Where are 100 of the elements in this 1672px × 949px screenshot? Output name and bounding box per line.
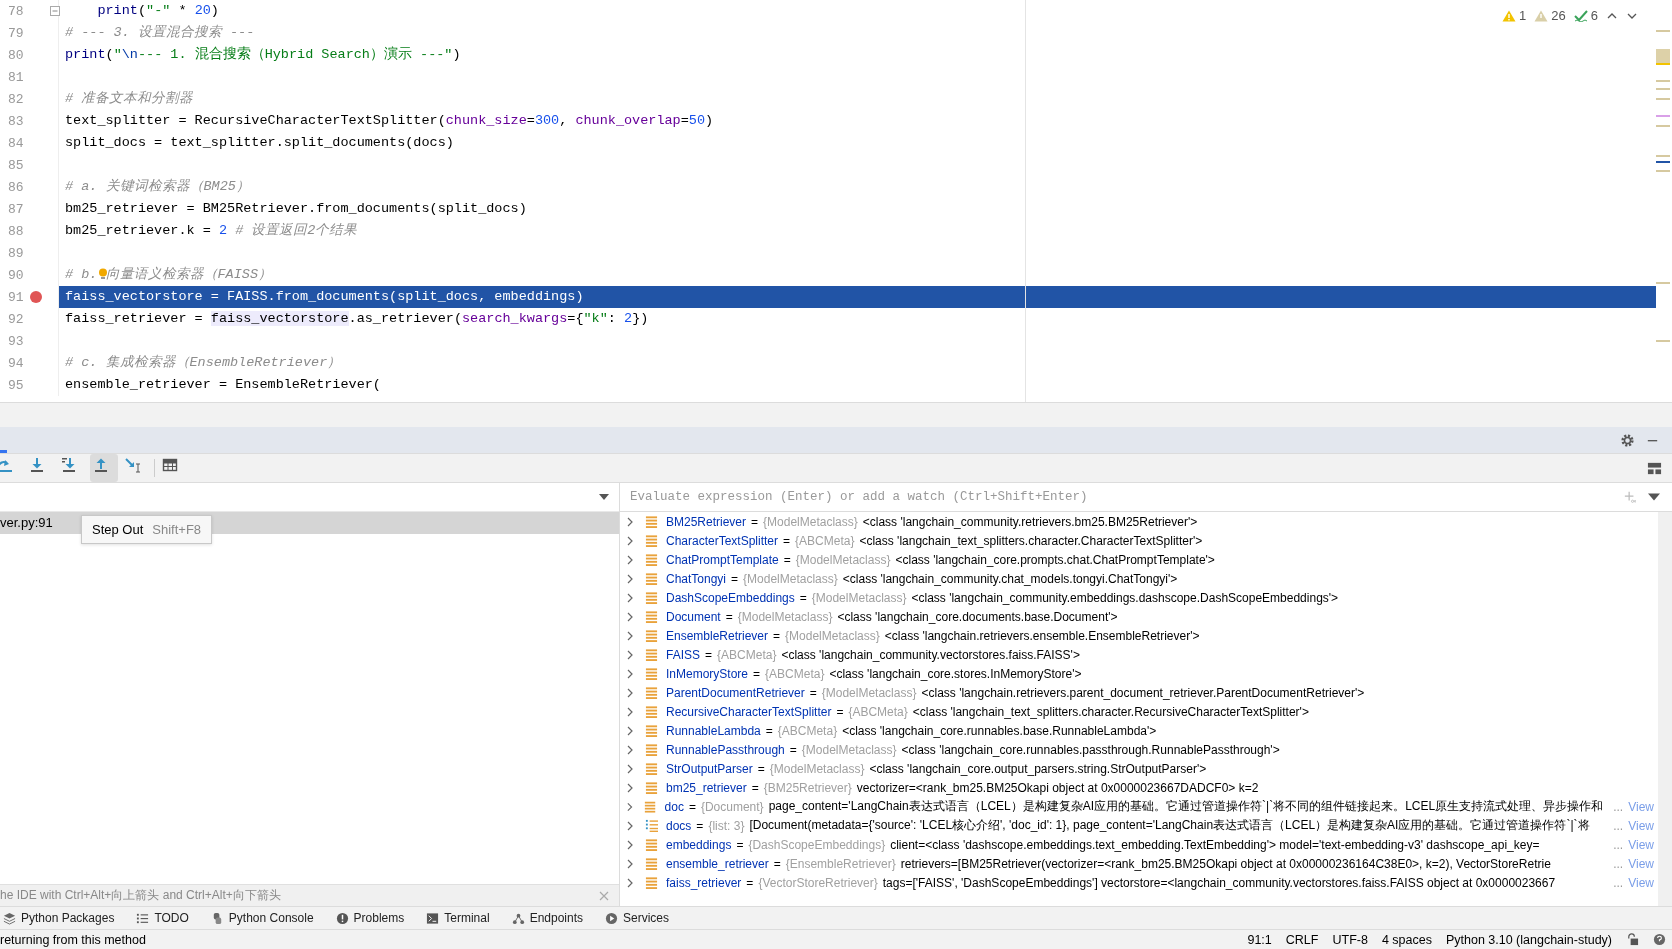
- variable-type: {ModelMetaclass}: [737, 609, 833, 624]
- terminal-icon[interactable]: [426, 911, 440, 925]
- help-icon[interactable]: [1653, 933, 1666, 946]
- status-item[interactable]: 4 spaces: [1381, 932, 1432, 947]
- play-icon[interactable]: [605, 911, 618, 925]
- status-item[interactable]: CRLF: [1285, 932, 1319, 947]
- settings-icon[interactable]: [1620, 432, 1635, 448]
- variable-name: RunnablePassthrough: [666, 742, 785, 757]
- exclamation-icon[interactable]: [335, 911, 349, 925]
- tool-window-tab[interactable]: Terminal: [444, 911, 490, 925]
- status-item[interactable]: 91:1: [1247, 932, 1272, 947]
- curved-arrow-icon[interactable]: [0, 457, 13, 473]
- line-number: 83: [7, 113, 24, 129]
- inspection-count[interactable]: 1: [1519, 8, 1527, 23]
- expand-icon[interactable]: [626, 535, 634, 546]
- ellipsis-text: ...: [1613, 875, 1624, 890]
- variable-type: {ABCMeta}: [717, 647, 777, 662]
- nodes-icon[interactable]: [511, 911, 525, 925]
- line-number: 92: [7, 311, 24, 327]
- inspection-count[interactable]: 6: [1590, 8, 1598, 23]
- variable-value: <class 'langchain_community.retrievers.bm25.BM25Retriever'>: [862, 514, 1198, 529]
- table-icon[interactable]: [162, 457, 178, 473]
- tool-window-tab[interactable]: TODO: [154, 911, 189, 925]
- equals-sign: =: [688, 799, 696, 814]
- expand-icon[interactable]: [626, 801, 634, 812]
- expand-icon[interactable]: [626, 725, 634, 736]
- expand-icon[interactable]: [626, 649, 634, 660]
- variable-value: tags=['FAISS', 'DashScopeEmbeddings'] vectorstore=<langchain_community.vectorstores.faiss.FAISS object at 0x0000023667: [882, 875, 1556, 890]
- expand-icon[interactable]: [626, 592, 634, 603]
- equals-sign: =: [836, 704, 844, 719]
- inspection-count[interactable]: 26: [1551, 8, 1566, 23]
- variable-name: bm25_retriever: [666, 780, 747, 795]
- lightbulb-icon[interactable]: [98, 268, 108, 280]
- dropdown-icon[interactable]: [1648, 491, 1660, 503]
- breakpoint-icon[interactable]: [30, 291, 42, 303]
- down-arrow-icon[interactable]: [61, 457, 77, 473]
- expand-icon[interactable]: [626, 877, 634, 888]
- equals-sign: =: [696, 818, 704, 833]
- variable-type: {VectorStoreRetriever}: [758, 875, 878, 890]
- expand-icon[interactable]: [626, 744, 634, 755]
- expand-icon[interactable]: [626, 782, 634, 793]
- variable-name: faiss_retriever: [666, 875, 742, 890]
- line-number: 85: [7, 157, 24, 173]
- tool-window-tab[interactable]: Endpoints: [529, 911, 583, 925]
- line-number: 90: [7, 267, 24, 283]
- variable-name: ParentDocumentRetriever: [666, 685, 805, 700]
- expand-icon[interactable]: [626, 554, 634, 565]
- line-number: 80: [7, 47, 24, 63]
- equals-sign: =: [705, 647, 713, 662]
- down-arrow-icon[interactable]: [29, 457, 45, 473]
- field-icon: [645, 705, 658, 718]
- variable-type: {ModelMetaclass}: [763, 514, 858, 529]
- status-item[interactable]: UTF-8: [1332, 932, 1368, 947]
- variable-value: client=<class 'dashscope.embeddings.text_embedding.TextEmbedding'> model='text-embedding-v3' dashscope_api_key=: [890, 837, 1540, 852]
- status-item[interactable]: Python 3.10 (langchain-study): [1445, 932, 1612, 947]
- expand-icon[interactable]: [626, 573, 634, 584]
- expand-icon[interactable]: [626, 706, 634, 717]
- lock-icon[interactable]: [1626, 933, 1639, 946]
- line-number: 89: [7, 245, 24, 261]
- tool-window-tab[interactable]: Python Packages: [21, 911, 115, 925]
- ellipsis-text: ...: [1613, 856, 1624, 871]
- variable-value: <class 'langchain_text_splitters.character.CharacterTextSplitter'>: [859, 533, 1203, 548]
- variable-type: {ABCMeta}: [777, 723, 838, 738]
- shortcut-text: Shift+F8: [152, 522, 202, 537]
- variable-name: EnsembleRetriever: [666, 628, 769, 643]
- ellipsis-text: ...: [1613, 799, 1624, 814]
- variable-value: <class 'langchain.retrievers.parent_document_retriever.ParentDocumentRetriever'>: [921, 685, 1365, 700]
- layers-icon[interactable]: [3, 911, 16, 925]
- expand-icon[interactable]: [626, 630, 634, 641]
- variable-name: docs: [666, 818, 692, 833]
- variable-name: ensemble_retriever: [666, 856, 769, 871]
- variable-value: <class 'langchain_text_splitters.character.RecursiveCharacterTextSplitter'>: [912, 704, 1309, 719]
- variable-type: {ModelMetaclass}: [801, 742, 897, 757]
- variable-value: retrievers=[BM25Retriever(vectorizer=<rank_bm25.BM25Okapi object at 0x00000236164C38E0>, k=2), VectorStoreRetrie: [900, 856, 1551, 871]
- equals-sign: =: [773, 628, 781, 643]
- variable-type: {ABCMeta}: [765, 666, 825, 681]
- evaluate-field[interactable]: Evaluate expression (Enter) or add a watch (Ctrl+Shift+Enter): [628, 484, 1612, 510]
- expand-icon[interactable]: [626, 687, 634, 698]
- variable-name: ChatTongyi: [666, 571, 727, 586]
- expand-icon[interactable]: [626, 839, 634, 850]
- tool-window-tab[interactable]: Python Console: [228, 911, 314, 925]
- expand-icon[interactable]: [626, 668, 634, 679]
- equals-sign: =: [799, 590, 807, 605]
- tool-window-tab[interactable]: Services: [623, 911, 670, 925]
- tool-window-tab[interactable]: Problems: [353, 911, 405, 925]
- check-icon[interactable]: [1573, 9, 1588, 22]
- expand-icon[interactable]: [626, 820, 634, 831]
- cursor-arrow-icon[interactable]: [125, 457, 141, 473]
- up-arrow-icon[interactable]: [93, 457, 109, 473]
- expand-icon[interactable]: [626, 858, 634, 869]
- expand-icon[interactable]: [626, 516, 634, 527]
- variable-name: CharacterTextSplitter: [666, 533, 779, 548]
- variable-value: <class 'langchain_core.stores.InMemoryStore'>: [829, 666, 1082, 681]
- expand-icon[interactable]: [626, 763, 634, 774]
- line-number: 82: [7, 91, 24, 107]
- layout-icon[interactable]: [1647, 460, 1662, 476]
- field-icon: [644, 800, 657, 813]
- list-icon[interactable]: [136, 911, 150, 925]
- expand-icon[interactable]: [626, 611, 634, 622]
- line-number: 91: [7, 289, 24, 305]
